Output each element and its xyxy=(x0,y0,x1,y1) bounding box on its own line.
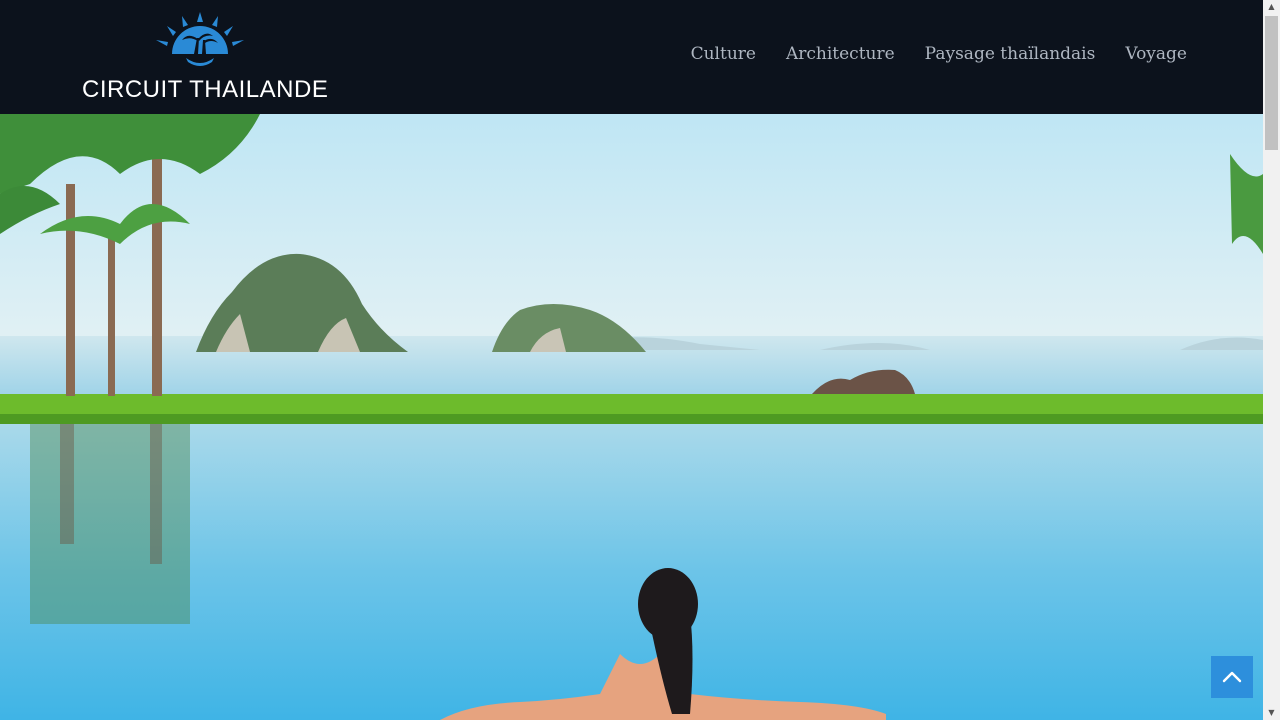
nav-item-architecture[interactable]: Architecture xyxy=(786,44,895,64)
arrow-up-icon[interactable]: ▲ xyxy=(1263,0,1280,14)
nav-item-voyage[interactable]: Voyage xyxy=(1125,44,1187,64)
site-header: CIRCUIT THAILANDE Culture Architecture P… xyxy=(0,0,1263,114)
main-nav: Culture Architecture Paysage thaïlandais… xyxy=(691,44,1187,64)
nav-item-paysage[interactable]: Paysage thaïlandais xyxy=(925,44,1096,64)
chevron-up-icon xyxy=(1222,671,1242,683)
sun-palm-icon xyxy=(156,12,244,66)
back-to-top-button[interactable] xyxy=(1211,656,1253,698)
logo-text: CIRCUIT THAILANDE xyxy=(82,76,329,103)
nav-item-culture[interactable]: Culture xyxy=(691,44,756,64)
hero-image xyxy=(0,114,1263,720)
page-scrollbar[interactable]: ▲ ▼ xyxy=(1263,0,1280,720)
scrollbar-thumb[interactable] xyxy=(1265,16,1278,150)
infinity-pool-illustration xyxy=(0,114,1263,720)
site-logo[interactable]: CIRCUIT THAILANDE xyxy=(80,10,328,103)
arrow-down-icon[interactable]: ▼ xyxy=(1263,706,1280,720)
